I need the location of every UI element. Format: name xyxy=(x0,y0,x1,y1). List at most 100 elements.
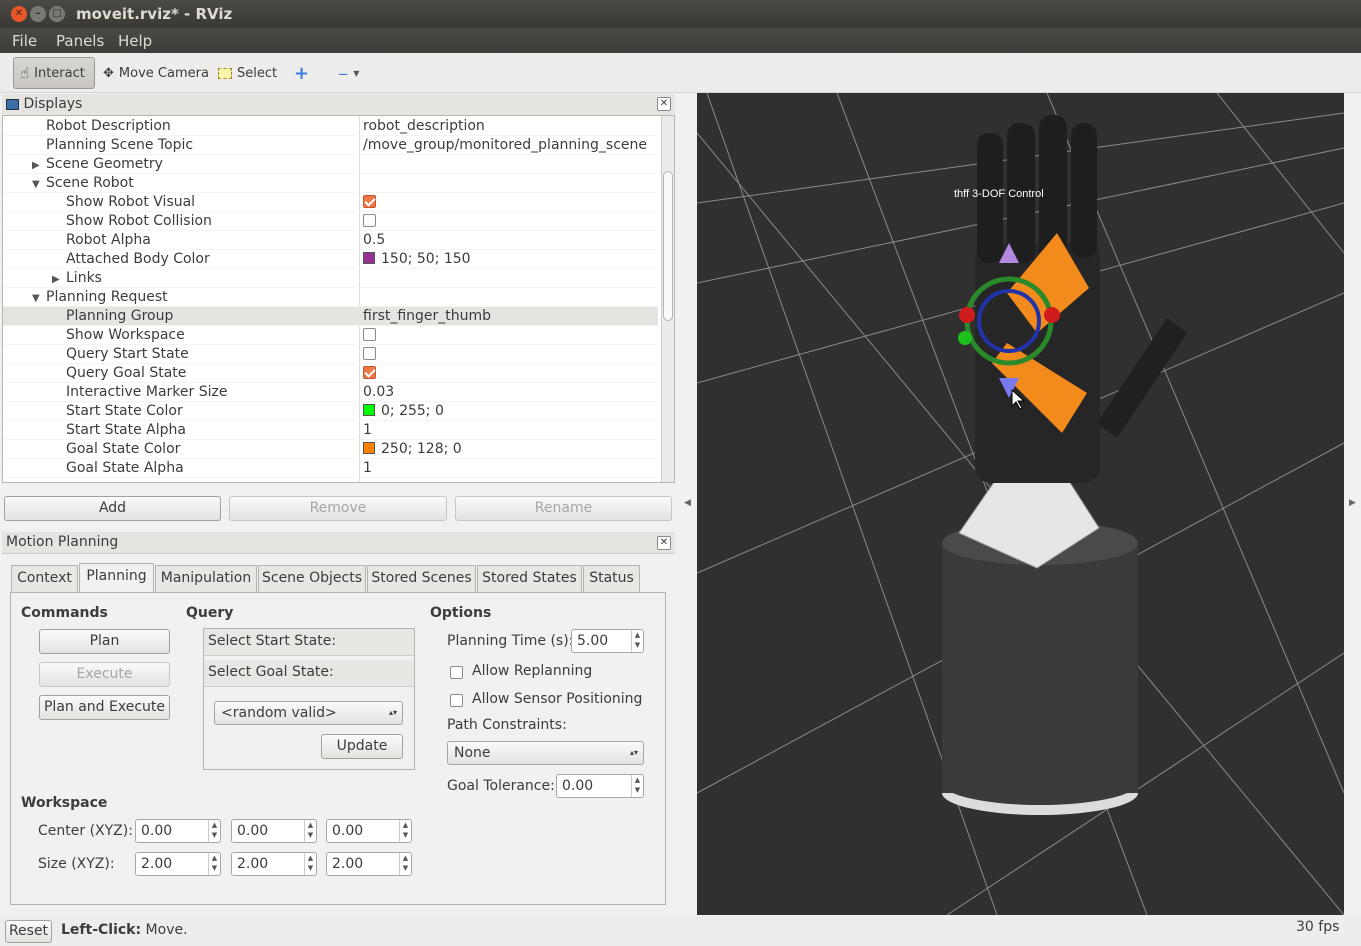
add-display-button[interactable]: Add xyxy=(4,496,221,521)
spinner-icon[interactable]: ▲ ▼ xyxy=(399,853,411,875)
tree-row[interactable]: Start State Color 0; 255; 0 xyxy=(3,402,658,421)
tree-row[interactable]: Show Robot Collision xyxy=(3,212,658,231)
tree-row[interactable]: Query Start State xyxy=(3,345,658,364)
size-y-input[interactable]: 2.00 ▲ ▼ xyxy=(231,852,317,876)
row-value[interactable]: first_finger_thumb xyxy=(363,307,491,326)
spinner-icon[interactable]: ▲ ▼ xyxy=(631,775,643,797)
query-goal-state-checkbox[interactable] xyxy=(363,365,376,379)
interact-tool-button[interactable]: ☝ Interact xyxy=(13,57,95,89)
tree-row[interactable]: Goal State Color 250; 128; 0 xyxy=(3,440,658,459)
rename-display-button[interactable]: Rename xyxy=(455,496,672,521)
center-x-input[interactable]: 0.00 ▲ ▼ xyxy=(135,819,221,843)
motion-planning-close-icon[interactable]: ✕ xyxy=(657,536,671,550)
update-button[interactable]: Update xyxy=(321,734,403,759)
minimize-window-button[interactable]: – xyxy=(30,6,46,22)
tab-stored-states[interactable]: Stored States xyxy=(477,565,582,592)
tab-context[interactable]: Context xyxy=(11,565,78,592)
size-x-input[interactable]: 2.00 ▲ ▼ xyxy=(135,852,221,876)
spinner-icon[interactable]: ▲ ▼ xyxy=(208,853,220,875)
tree-row[interactable]: Start State Alpha 1 xyxy=(3,421,658,440)
goal-state-combo[interactable]: <random valid> ▴▾ xyxy=(214,701,403,725)
tree-row[interactable]: Planning Scene Topic/move_group/monitore… xyxy=(3,136,658,155)
color-swatch[interactable] xyxy=(363,442,375,454)
tree-row[interactable]: Robot Description robot_description xyxy=(3,117,658,136)
row-value[interactable]: 0; 255; 0 xyxy=(381,403,444,419)
close-window-button[interactable]: ✕ xyxy=(11,6,27,22)
expand-arrow-icon[interactable]: ▶ xyxy=(32,156,40,175)
select-start-state[interactable]: Select Start State: xyxy=(204,629,414,656)
spinner-icon[interactable]: ▲ ▼ xyxy=(304,853,316,875)
tree-row[interactable]: ▶ Scene Geometry xyxy=(3,155,658,174)
allow-sensor-positioning-checkbox[interactable] xyxy=(450,693,463,709)
tree-row[interactable]: Show Robot Visual xyxy=(3,193,658,212)
color-swatch[interactable] xyxy=(363,404,375,416)
goal-tolerance-label: Goal Tolerance: xyxy=(447,778,555,794)
displays-close-icon[interactable]: ✕ xyxy=(657,97,671,111)
query-start-state-checkbox[interactable] xyxy=(363,346,376,360)
row-value[interactable]: 0.03 xyxy=(363,383,394,402)
show-robot-collision-checkbox[interactable] xyxy=(363,213,376,227)
add-tool-plus-icon[interactable]: + xyxy=(288,57,315,89)
status-hint: Left-Click: Move. xyxy=(61,922,188,938)
size-z-input[interactable]: 2.00 ▲ ▼ xyxy=(326,852,412,876)
remove-tool-minus-icon[interactable]: ‒ ▼ xyxy=(332,57,365,89)
tree-row[interactable]: Show Workspace xyxy=(3,326,658,345)
select-tool-button[interactable]: Select xyxy=(212,57,283,89)
tree-row[interactable]: ▼ Scene Robot xyxy=(3,174,658,193)
spinner-icon[interactable]: ▲ ▼ xyxy=(208,820,220,842)
scrollbar-thumb[interactable] xyxy=(663,171,673,321)
tree-row[interactable]: Interactive Marker Size 0.03 xyxy=(3,383,658,402)
scrollbar[interactable] xyxy=(661,116,674,482)
collapse-arrow-icon[interactable]: ▼ xyxy=(32,289,40,308)
plan-and-execute-button[interactable]: Plan and Execute xyxy=(39,695,170,720)
select-goal-state[interactable]: Select Goal State: xyxy=(204,660,414,687)
spinner-icon[interactable]: ▲ ▼ xyxy=(631,630,643,652)
tree-row[interactable]: Query Goal State xyxy=(3,364,658,383)
row-value[interactable]: robot_description xyxy=(363,117,485,136)
path-constraints-combo[interactable]: None ▴▾ xyxy=(447,741,644,765)
splitter-right-arrow-icon[interactable]: ▶ xyxy=(1349,498,1356,508)
row-value[interactable]: 150; 50; 150 xyxy=(381,251,471,267)
maximize-window-button[interactable]: □ xyxy=(49,6,65,22)
row-value[interactable]: /move_group/monitored_planning_scene xyxy=(363,136,647,155)
row-value[interactable]: 1 xyxy=(363,459,372,478)
center-y-input[interactable]: 0.00 ▲ ▼ xyxy=(231,819,317,843)
show-workspace-checkbox[interactable] xyxy=(363,327,376,341)
tree-row-selected[interactable]: Planning Group first_finger_thumb xyxy=(3,307,658,326)
tree-row[interactable]: ▶ Links xyxy=(3,269,658,288)
goal-tolerance-input[interactable]: 0.00 ▲ ▼ xyxy=(556,774,644,798)
3d-viewport[interactable]: thff 3-DOF Control xyxy=(697,93,1344,915)
tab-planning[interactable]: Planning xyxy=(79,563,154,592)
menu-panels[interactable]: Panels xyxy=(56,32,104,50)
row-value[interactable]: 0.5 xyxy=(363,231,385,250)
menu-help[interactable]: Help xyxy=(118,32,152,50)
move-camera-tool-button[interactable]: ✥ Move Camera xyxy=(97,57,215,89)
tab-stored-scenes[interactable]: Stored Scenes xyxy=(367,565,476,592)
center-z-input[interactable]: 0.00 ▲ ▼ xyxy=(326,819,412,843)
remove-display-button[interactable]: Remove xyxy=(229,496,447,521)
tab-scene-objects[interactable]: Scene Objects xyxy=(258,565,366,592)
tree-row[interactable]: Attached Body Color 150; 50; 150 xyxy=(3,250,658,269)
menu-file[interactable]: File xyxy=(12,32,37,50)
dropdown-arrow-icon[interactable]: ▼ xyxy=(353,69,359,78)
finger xyxy=(1071,123,1097,258)
planning-time-input[interactable]: 5.00 ▲ ▼ xyxy=(571,629,644,653)
tree-row[interactable]: Robot Alpha 0.5 xyxy=(3,231,658,250)
expand-arrow-icon[interactable]: ▶ xyxy=(52,270,60,289)
allow-replanning-checkbox[interactable] xyxy=(450,665,463,681)
splitter-left-arrow-icon[interactable]: ◀ xyxy=(684,498,691,508)
plan-button[interactable]: Plan xyxy=(39,629,170,654)
collapse-arrow-icon[interactable]: ▼ xyxy=(32,175,40,194)
tab-status[interactable]: Status xyxy=(583,565,640,592)
spinner-icon[interactable]: ▲ ▼ xyxy=(399,820,411,842)
tab-manipulation[interactable]: Manipulation xyxy=(155,565,257,592)
tree-row[interactable]: Goal State Alpha 1 xyxy=(3,459,658,478)
tree-row[interactable]: ▼ Planning Request xyxy=(3,288,658,307)
execute-button[interactable]: Execute xyxy=(39,662,170,687)
spinner-icon[interactable]: ▲ ▼ xyxy=(304,820,316,842)
row-value[interactable]: 1 xyxy=(363,421,372,440)
show-robot-visual-checkbox[interactable] xyxy=(363,194,376,208)
reset-button[interactable]: Reset xyxy=(5,920,52,943)
color-swatch[interactable] xyxy=(363,252,375,264)
row-value[interactable]: 250; 128; 0 xyxy=(381,441,462,457)
